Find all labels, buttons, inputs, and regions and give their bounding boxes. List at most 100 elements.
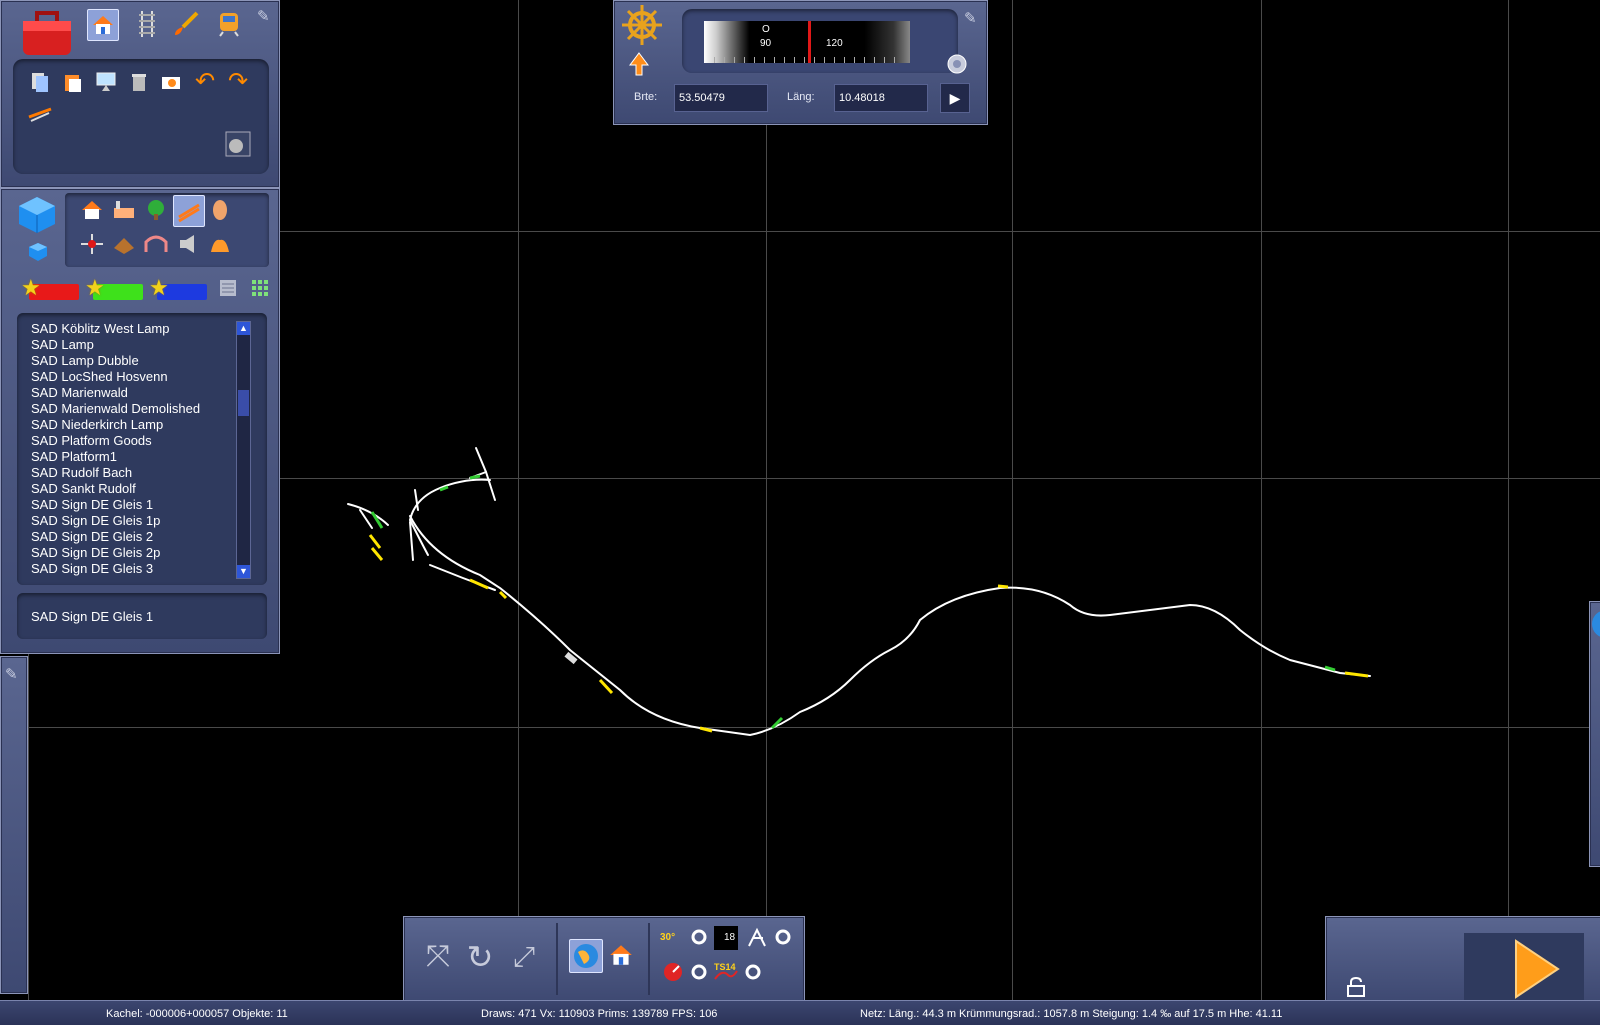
train-icon[interactable] xyxy=(214,9,244,39)
home-icon[interactable] xyxy=(605,939,637,971)
lat-value[interactable]: 53.50479 xyxy=(674,84,768,112)
horn-icon[interactable] xyxy=(173,229,203,259)
trash-icon[interactable] xyxy=(124,67,154,97)
lat-label: Brte: xyxy=(634,91,658,103)
radio-icon[interactable] xyxy=(774,928,792,946)
lon-label: Läng: xyxy=(787,91,815,103)
list-item[interactable]: SAD Platform Goods xyxy=(31,433,200,449)
figure-icon[interactable] xyxy=(205,195,235,225)
dial-right-value: 120 xyxy=(826,38,843,49)
selected-object-box: SAD Sign DE Gleis 1 xyxy=(17,593,267,639)
speed-icon[interactable] xyxy=(660,959,686,985)
route-icon[interactable] xyxy=(25,99,55,129)
bridge-icon[interactable] xyxy=(109,229,139,259)
category-tray xyxy=(65,193,269,267)
factory-icon[interactable] xyxy=(109,195,139,225)
object-list-items: SAD Köblitz West Lamp SAD Lamp SAD Lamp … xyxy=(31,321,200,577)
object-list[interactable]: SAD Köblitz West Lamp SAD Lamp SAD Lamp … xyxy=(17,313,267,585)
list-view-icon[interactable] xyxy=(217,277,239,299)
redo-icon[interactable]: ↷ xyxy=(223,67,253,97)
radio-icon[interactable] xyxy=(744,963,762,981)
ts14-toggle[interactable]: TS14 xyxy=(714,957,742,983)
signal-icon[interactable] xyxy=(77,229,107,259)
scroll-thumb[interactable] xyxy=(238,390,249,416)
list-item[interactable]: SAD Sankt Rudolf xyxy=(31,481,200,497)
tile-status: Kachel: -000006+000057 Objekte: 11 xyxy=(106,1008,288,1020)
height-value: 18 xyxy=(724,932,736,943)
list-item[interactable]: SAD Sign DE Gleis 1p xyxy=(31,513,200,529)
star-icon: ★ xyxy=(85,275,105,300)
small-cube-icon[interactable] xyxy=(23,237,53,267)
play-icon xyxy=(1515,939,1560,999)
unlock-icon[interactable] xyxy=(1344,975,1368,999)
dial-o-label: O xyxy=(762,24,770,35)
scroll-down-button[interactable]: ▼ xyxy=(237,565,250,578)
objects-panel: ✎ ★ ★ ★ SAD Köblitz West Lamp SAD Lamp S… xyxy=(0,188,280,654)
globe-icon[interactable] xyxy=(1592,610,1600,638)
tunnel-icon[interactable] xyxy=(141,229,171,259)
list-item[interactable]: SAD Marienwald Demolished xyxy=(31,401,200,417)
radio-icon[interactable] xyxy=(690,963,708,981)
cube-icon[interactable] xyxy=(15,193,59,237)
list-item[interactable]: SAD Sign DE Gleis 1 xyxy=(31,497,200,513)
lon-value-text: 10.48018 xyxy=(839,92,885,104)
monitor-icon[interactable] xyxy=(91,67,121,97)
building-icon[interactable] xyxy=(77,195,107,225)
brush-icon[interactable] xyxy=(171,9,201,39)
angle-toggle[interactable]: 30° xyxy=(660,927,690,949)
toolbar-divider xyxy=(556,923,558,995)
list-item[interactable]: SAD Lamp Dubble xyxy=(31,353,200,369)
height-value-box[interactable]: 18 xyxy=(714,926,738,950)
list-item[interactable]: SAD Rudolf Bach xyxy=(31,465,200,481)
selected-object: SAD Sign DE Gleis 1 xyxy=(31,609,154,624)
graph-icon xyxy=(714,970,738,980)
list-item[interactable]: SAD Marienwald xyxy=(31,385,200,401)
brightness-icon[interactable] xyxy=(223,129,253,159)
list-item[interactable]: SAD Köblitz West Lamp xyxy=(31,321,200,337)
toolbar-divider xyxy=(648,923,650,995)
play-button[interactable] xyxy=(1464,933,1584,1001)
toolbox-panel: ✎ ↶ ↷ xyxy=(0,0,280,188)
perf-status: Draws: 471 Vx: 110903 Prims: 139789 FPS:… xyxy=(481,1008,718,1020)
home-icon[interactable] xyxy=(87,9,119,41)
undo-icon[interactable]: ↶ xyxy=(190,67,220,97)
list-scrollbar[interactable]: ▲ ▼ xyxy=(236,321,251,579)
grid-view-icon[interactable] xyxy=(249,277,271,299)
radio-icon[interactable] xyxy=(690,928,708,946)
pin-icon[interactable]: ✎ xyxy=(964,9,977,27)
paste-icon[interactable] xyxy=(58,67,88,97)
list-item[interactable]: SAD Sign DE Gleis 2p xyxy=(31,545,200,561)
play-panel xyxy=(1325,916,1600,1002)
fullscreen-icon[interactable]: ⤧ xyxy=(420,939,456,975)
list-item[interactable]: SAD Lamp xyxy=(31,337,200,353)
rotate-icon[interactable]: ↻ xyxy=(462,939,498,975)
pin-icon[interactable]: ✎ xyxy=(5,665,18,683)
bag-icon[interactable] xyxy=(205,229,235,259)
tree-icon[interactable] xyxy=(141,195,171,225)
globe-icon[interactable] xyxy=(569,939,603,973)
heading-dial: O 90 120 xyxy=(704,21,910,63)
list-item[interactable]: SAD Sign DE Gleis 2 xyxy=(31,529,200,545)
lon-value[interactable]: 10.48018 xyxy=(834,84,928,112)
target-icon[interactable] xyxy=(942,49,972,79)
measure-icon[interactable] xyxy=(157,67,187,97)
right-edge-panel xyxy=(1589,601,1600,867)
go-button[interactable]: ▶ xyxy=(940,83,970,113)
compass-arrow-icon[interactable] xyxy=(624,49,654,79)
pin-icon[interactable]: ✎ xyxy=(257,7,270,25)
resize-icon[interactable]: ⤢ xyxy=(506,939,542,975)
scroll-up-button[interactable]: ▲ xyxy=(237,322,250,335)
compass-wheel-icon[interactable] xyxy=(620,3,664,47)
copy-icon[interactable] xyxy=(25,67,55,97)
toolbox-icon[interactable] xyxy=(19,7,75,59)
list-item[interactable]: SAD LocShed Hosvenn xyxy=(31,369,200,385)
list-item[interactable]: SAD Sign DE Gleis 3 xyxy=(31,561,200,577)
track-icon[interactable] xyxy=(132,9,162,39)
track-object-icon[interactable] xyxy=(173,195,205,227)
list-item[interactable]: SAD Niederkirch Lamp xyxy=(31,417,200,433)
star-icon: ★ xyxy=(21,275,41,300)
list-item[interactable]: SAD Platform1 xyxy=(31,449,200,465)
dial-left-value: 90 xyxy=(760,38,772,49)
crane-icon[interactable] xyxy=(744,925,770,951)
status-bar: Kachel: -000006+000057 Objekte: 11 Draws… xyxy=(0,1000,1600,1025)
